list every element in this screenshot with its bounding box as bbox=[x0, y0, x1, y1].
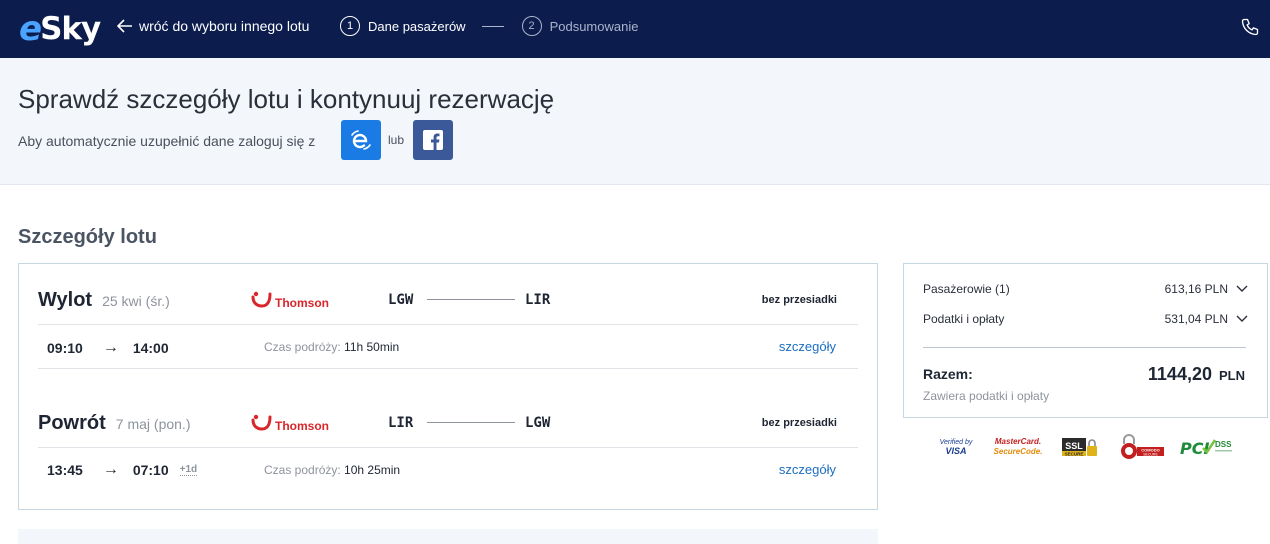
divider bbox=[38, 324, 858, 325]
tui-smile-icon bbox=[251, 291, 272, 308]
back-to-flights-link[interactable]: wróć do wyboru innego lotu bbox=[117, 18, 309, 34]
return-leg-header: Powrót 7 maj (pon.) bbox=[38, 412, 190, 434]
arrow-left-icon bbox=[117, 19, 132, 33]
esky-logo[interactable]: e Sky bbox=[19, 9, 101, 49]
duration-value: 11h 50min bbox=[344, 340, 400, 354]
travel-duration: Czas podróży: 11h 50min bbox=[264, 340, 399, 354]
route-line bbox=[427, 422, 515, 423]
leg-direction: Wylot bbox=[38, 289, 93, 311]
next-section-edge bbox=[18, 529, 878, 544]
facebook-login-button[interactable] bbox=[413, 120, 453, 160]
total-currency: PLN bbox=[1219, 368, 1245, 383]
destination-airport: LIR bbox=[525, 292, 551, 308]
price-row-amount: 531,04 PLN bbox=[1164, 312, 1228, 326]
mc-bottom-text: SecureCode. bbox=[993, 447, 1043, 456]
divider bbox=[38, 368, 858, 369]
origin-airport: LGW bbox=[388, 292, 414, 308]
total-label: Razem: bbox=[923, 366, 973, 382]
step-number: 2 bbox=[521, 16, 542, 36]
ssl-secure-logo: SSL SECURE bbox=[1061, 432, 1099, 462]
logo-e: e bbox=[19, 9, 42, 49]
pci-sub-text: DSS bbox=[1215, 440, 1232, 449]
comodo-sub-text: SECURE bbox=[1143, 452, 1158, 456]
flight-details-card: Wylot 25 kwi (śr.) Thomson LGW LIR bez p… bbox=[18, 263, 878, 510]
esky-login-button[interactable] bbox=[341, 120, 381, 160]
return-times: 13:45 → 07:10 +1d bbox=[47, 461, 198, 479]
login-prompt: Aby automatycznie uzupełnić dane zaloguj… bbox=[18, 133, 316, 149]
destination-airport: LGW bbox=[525, 415, 551, 431]
total-amount: 1144,20 PLN bbox=[1148, 364, 1245, 385]
outbound-times: 09:10 → 14:00 bbox=[47, 339, 169, 357]
outbound-details-link[interactable]: szczegóły bbox=[779, 339, 836, 354]
phone-icon[interactable] bbox=[1240, 17, 1260, 42]
travel-duration: Czas podróży: 10h 25min bbox=[264, 463, 400, 477]
comodo-secure-logo: COMODO SECURE bbox=[1120, 432, 1165, 462]
airline-logo: Thomson bbox=[250, 413, 329, 433]
esky-logo-icon bbox=[351, 130, 371, 150]
intro-section: Sprawdź szczegóły lotu i kontynuuj rezer… bbox=[0, 58, 1270, 185]
outbound-leg-header: Wylot 25 kwi (śr.) bbox=[38, 289, 170, 311]
booking-steps: 1 Dane pasażerów 2 Podsumowanie bbox=[340, 16, 638, 36]
top-navigation-bar: e Sky wróć do wyboru innego lotu 1 Dane p… bbox=[0, 0, 1270, 58]
divider bbox=[923, 347, 1246, 348]
stops-label: bez przesiadki bbox=[761, 294, 837, 306]
airline-name: Thomson bbox=[275, 296, 329, 310]
arrival-time: 14:00 bbox=[132, 340, 169, 356]
step-summary: 2 Podsumowanie bbox=[521, 16, 639, 36]
pci-dss-logo: PCI DSS bbox=[1179, 432, 1233, 462]
price-row-label: Podatki i opłaty bbox=[923, 312, 1005, 326]
leg-date: 7 maj (pon.) bbox=[115, 416, 191, 432]
chevron-down-icon bbox=[1236, 285, 1248, 292]
flight-details-heading: Szczegóły lotu bbox=[18, 226, 157, 248]
step-passenger-data: 1 Dane pasażerów bbox=[340, 16, 466, 36]
facebook-icon bbox=[423, 130, 443, 150]
airline-name: Thomson bbox=[275, 419, 329, 433]
or-label: lub bbox=[388, 133, 405, 147]
visa-bottom-text: VISA bbox=[945, 446, 967, 456]
verified-by-visa-logo: Verified by VISA bbox=[936, 432, 976, 462]
logo-sky: Sky bbox=[40, 11, 101, 47]
price-row-amount: 613,16 PLN bbox=[1164, 282, 1228, 296]
arrival-time: 07:10 bbox=[132, 462, 169, 478]
step-connector bbox=[481, 25, 504, 27]
mastercard-securecode-logo: MasterCard. SecureCode. bbox=[993, 432, 1043, 462]
route-line bbox=[427, 299, 515, 300]
arrow-right-icon: → bbox=[102, 461, 119, 478]
passengers-price-row[interactable]: Pasażerowie (1) 613,16 PLN bbox=[923, 282, 1248, 296]
ssl-text: SSL bbox=[1065, 441, 1083, 451]
price-row-label: Pasażerowie (1) bbox=[923, 282, 1010, 296]
origin-airport: LIR bbox=[388, 415, 414, 431]
duration-label: Czas podróży: bbox=[264, 340, 341, 354]
chevron-down-icon bbox=[1236, 315, 1248, 322]
step-label: Dane pasażerów bbox=[368, 18, 466, 34]
tui-smile-icon bbox=[251, 414, 272, 431]
departure-time: 09:10 bbox=[47, 340, 83, 356]
duration-value: 10h 25min bbox=[344, 463, 401, 477]
ssl-sub-text: SECURE bbox=[1065, 452, 1084, 457]
divider bbox=[38, 447, 858, 448]
duration-label: Czas podróży: bbox=[264, 463, 341, 477]
arrow-right-icon: → bbox=[102, 339, 119, 356]
step-number: 1 bbox=[340, 16, 360, 36]
total-note: Zawiera podatki i opłaty bbox=[923, 389, 1050, 403]
day-offset-badge[interactable]: +1d bbox=[179, 464, 198, 476]
mc-top-text: MasterCard. bbox=[994, 437, 1042, 446]
stops-label: bez przesiadki bbox=[761, 417, 837, 429]
taxes-price-row[interactable]: Podatki i opłaty 531,04 PLN bbox=[923, 312, 1248, 326]
departure-time: 13:45 bbox=[47, 462, 83, 478]
leg-direction: Powrót bbox=[38, 412, 106, 434]
page-title: Sprawdź szczegóły lotu i kontynuuj rezer… bbox=[18, 84, 555, 114]
leg-date: 25 kwi (śr.) bbox=[102, 293, 170, 309]
step-label: Podsumowanie bbox=[549, 18, 639, 34]
back-label: wróć do wyboru innego lotu bbox=[139, 18, 310, 34]
return-details-link[interactable]: szczegóły bbox=[779, 462, 836, 477]
price-summary-box: Pasażerowie (1) 613,16 PLN Podatki i opł… bbox=[903, 263, 1268, 418]
total-value: 1144,20 bbox=[1147, 364, 1212, 384]
airline-logo: Thomson bbox=[250, 290, 329, 310]
